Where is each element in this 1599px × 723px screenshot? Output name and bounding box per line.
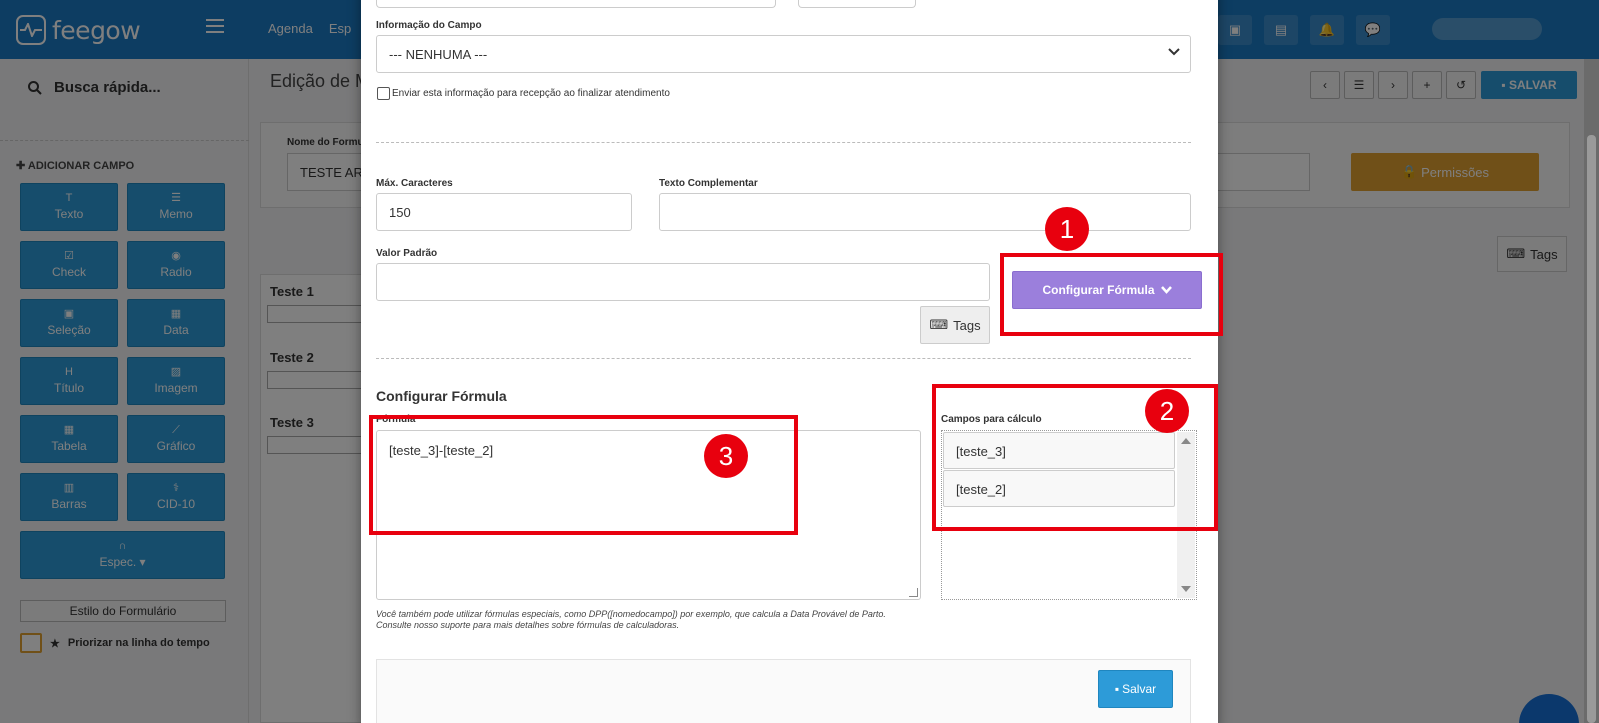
field-info-selected: --- NENHUMA ---	[389, 46, 488, 62]
divider	[376, 358, 1191, 359]
field-order-input[interactable]	[798, 0, 916, 8]
formula-section-title: Configurar Fórmula	[376, 388, 507, 404]
chevron-down-icon	[1168, 48, 1180, 56]
max-chars-input[interactable]: 150	[376, 193, 632, 231]
extra-text-input[interactable]	[659, 193, 1191, 231]
extra-text-label: Texto Complementar	[659, 178, 758, 189]
send-reception-checkbox[interactable]	[377, 87, 390, 100]
modal-footer	[376, 659, 1191, 723]
field-info-label: Informação do Campo	[376, 20, 482, 31]
resize-handle-icon[interactable]	[909, 588, 918, 597]
send-reception-label: Enviar esta informação para recepção ao …	[392, 88, 670, 99]
formula-hint: Você também pode utilizar fórmulas espec…	[376, 609, 886, 630]
annotation-badge-3: 3	[704, 434, 748, 478]
divider	[376, 142, 1191, 143]
annotation-badge-2: 2	[1145, 389, 1189, 433]
default-value-label: Valor Padrão	[376, 248, 438, 259]
keyboard-icon: ⌨	[929, 317, 949, 332]
annotation-box-1	[1000, 253, 1223, 336]
scroll-down-icon[interactable]	[1181, 586, 1191, 592]
send-reception-option[interactable]: Enviar esta informação para recepção ao …	[377, 87, 670, 100]
field-info-select[interactable]: --- NENHUMA ---	[376, 35, 1191, 73]
save-button[interactable]: ▪ Salvar	[1098, 670, 1173, 708]
field-config-modal: Informação do Campo --- NENHUMA --- Envi…	[361, 0, 1218, 723]
field-name-input[interactable]	[376, 0, 776, 8]
max-chars-label: Máx. Caracteres	[376, 178, 453, 189]
tags-button[interactable]: ⌨ Tags	[920, 306, 990, 344]
floppy-icon: ▪	[1114, 682, 1120, 696]
page-scrollbar-thumb[interactable]	[1587, 135, 1596, 723]
default-value-input[interactable]	[376, 263, 990, 301]
annotation-badge-1: 1	[1045, 207, 1089, 251]
